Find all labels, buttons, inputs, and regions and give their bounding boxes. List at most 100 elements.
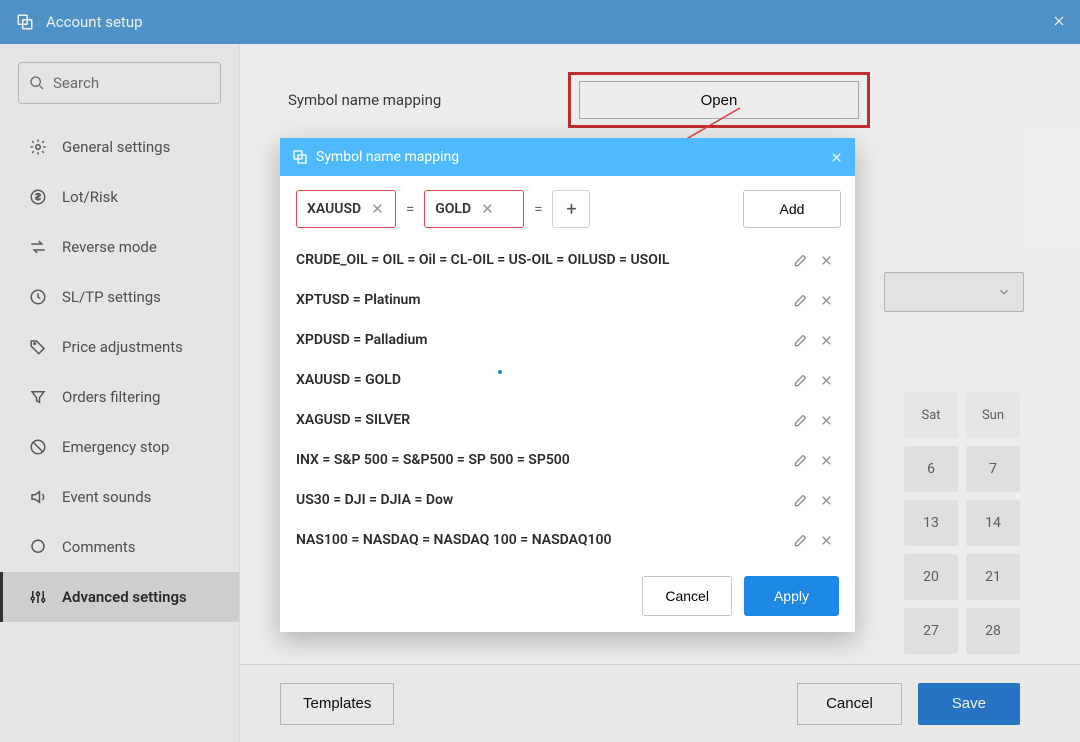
swap-icon <box>28 237 48 257</box>
sidebar-item-emergency-stop[interactable]: Emergency stop <box>0 422 239 472</box>
calendar-fragment: Sat Sun 6 7 13 14 20 21 27 28 <box>904 392 1020 662</box>
search-input[interactable]: Search <box>18 62 221 104</box>
window-title: Account setup <box>46 13 143 31</box>
footer-save-button[interactable]: Save <box>918 683 1020 725</box>
edit-icon[interactable] <box>787 247 813 273</box>
delete-icon[interactable] <box>813 287 839 313</box>
delete-icon[interactable] <box>813 247 839 273</box>
footer-cancel-button[interactable]: Cancel <box>797 683 902 725</box>
sidebar: Search General settings Lot/Risk Reverse… <box>0 44 240 742</box>
sidebar-item-label: Event sounds <box>62 488 151 506</box>
modal-close-icon[interactable] <box>825 146 847 168</box>
edit-icon[interactable] <box>787 447 813 473</box>
equals-sign: = <box>406 200 414 218</box>
sidebar-item-event-sounds[interactable]: Event sounds <box>0 472 239 522</box>
mapping-row: XAUUSD = GOLD <box>296 360 839 400</box>
sidebar-item-label: Comments <box>62 538 136 556</box>
close-icon[interactable] <box>1048 10 1070 32</box>
tag-icon <box>28 337 48 357</box>
symbol-tag-2[interactable]: GOLD ✕ <box>424 190 524 228</box>
filter-icon <box>28 387 48 407</box>
sidebar-item-sl-tp[interactable]: SL/TP settings <box>0 272 239 322</box>
edit-icon[interactable] <box>787 287 813 313</box>
delete-icon[interactable] <box>813 327 839 353</box>
calendar-day[interactable]: 21 <box>966 554 1020 600</box>
calendar-day[interactable]: 27 <box>904 608 958 654</box>
stop-icon <box>28 437 48 457</box>
calendar-day[interactable]: 14 <box>966 500 1020 546</box>
mapping-text: XAUUSD = GOLD <box>296 372 787 388</box>
mapping-text: CRUDE_OIL = OIL = Oil = CL-OIL = US-OIL … <box>296 252 787 268</box>
edit-icon[interactable] <box>787 407 813 433</box>
app-icon <box>14 11 36 33</box>
modal-footer: Cancel Apply <box>280 560 855 632</box>
delete-icon[interactable] <box>813 367 839 393</box>
sidebar-item-label: Lot/Risk <box>62 188 118 206</box>
mapping-text: US30 = DJI = DJIA = Dow <box>296 492 787 508</box>
delete-icon[interactable] <box>813 527 839 553</box>
sidebar-item-reverse-mode[interactable]: Reverse mode <box>0 222 239 272</box>
search-icon <box>29 75 45 91</box>
edit-icon[interactable] <box>787 367 813 393</box>
mapping-row: XAGUSD = SILVER <box>296 400 839 440</box>
mapping-row: INX = S&P 500 = S&P500 = SP 500 = SP500 <box>296 440 839 480</box>
calendar-header: Sat <box>904 392 958 438</box>
mapping-text: XPDUSD = Palladium <box>296 332 787 348</box>
sidebar-item-label: SL/TP settings <box>62 288 161 306</box>
tag-remove-icon[interactable]: ✕ <box>481 202 494 217</box>
tag-text: GOLD <box>435 201 471 217</box>
mapping-text: NAS100 = NASDAQ = NASDAQ 100 = NASDAQ100 <box>296 532 787 548</box>
symbol-tag-1[interactable]: XAUUSD ✕ <box>296 190 396 228</box>
templates-button[interactable]: Templates <box>280 683 394 725</box>
calendar-day[interactable]: 13 <box>904 500 958 546</box>
highlight-box: Open <box>568 72 870 128</box>
search-placeholder: Search <box>53 74 99 92</box>
calendar-day[interactable]: 7 <box>966 446 1020 492</box>
modal-title: Symbol name mapping <box>316 149 459 165</box>
sidebar-item-label: General settings <box>62 138 170 156</box>
sidebar-item-advanced-settings[interactable]: Advanced settings <box>0 572 239 622</box>
gear-icon <box>28 137 48 157</box>
calendar-header: Sun <box>966 392 1020 438</box>
sidebar-item-comments[interactable]: Comments <box>0 522 239 572</box>
mapping-text: XPTUSD = Platinum <box>296 292 787 308</box>
tag-text: XAUUSD <box>307 201 361 217</box>
sidebar-item-price-adjustments[interactable]: Price adjustments <box>0 322 239 372</box>
open-button[interactable]: Open <box>579 81 859 119</box>
equals-sign: = <box>534 200 542 218</box>
window-titlebar: Account setup <box>0 0 1080 44</box>
edit-icon[interactable] <box>787 327 813 353</box>
sidebar-item-label: Advanced settings <box>62 588 187 606</box>
modal-apply-button[interactable]: Apply <box>744 576 839 616</box>
clock-icon <box>28 287 48 307</box>
sidebar-item-label: Price adjustments <box>62 338 183 356</box>
mapping-list[interactable]: CRUDE_OIL = OIL = Oil = CL-OIL = US-OIL … <box>294 240 841 560</box>
chevron-down-icon <box>997 285 1011 299</box>
sidebar-item-orders-filtering[interactable]: Orders filtering <box>0 372 239 422</box>
dropdown-field[interactable] <box>884 272 1024 312</box>
edit-icon[interactable] <box>787 527 813 553</box>
mapping-text: XAGUSD = SILVER <box>296 412 787 428</box>
sidebar-item-general-settings[interactable]: General settings <box>0 122 239 172</box>
mapping-text: INX = S&P 500 = S&P500 = SP 500 = SP500 <box>296 452 787 468</box>
edit-icon[interactable] <box>787 487 813 513</box>
sidebar-item-lot-risk[interactable]: Lot/Risk <box>0 172 239 222</box>
mapping-row: CRUDE_OIL = OIL = Oil = CL-OIL = US-OIL … <box>296 240 839 280</box>
mapping-input-row: XAUUSD ✕ = GOLD ✕ = + Add <box>294 190 841 228</box>
speaker-icon <box>28 487 48 507</box>
modal-cancel-button[interactable]: Cancel <box>642 576 732 616</box>
tag-remove-icon[interactable]: ✕ <box>371 202 384 217</box>
calendar-day[interactable]: 6 <box>904 446 958 492</box>
mapping-row: XPTUSD = Platinum <box>296 280 839 320</box>
delete-icon[interactable] <box>813 407 839 433</box>
sidebar-item-label: Orders filtering <box>62 388 160 406</box>
add-symbol-button[interactable]: + <box>552 190 590 228</box>
calendar-day[interactable]: 20 <box>904 554 958 600</box>
calendar-day[interactable]: 28 <box>966 608 1020 654</box>
chat-icon <box>28 537 48 557</box>
mapping-row: NAS100 = NASDAQ = NASDAQ 100 = NASDAQ100 <box>296 520 839 560</box>
delete-icon[interactable] <box>813 447 839 473</box>
add-mapping-button[interactable]: Add <box>743 190 841 228</box>
delete-icon[interactable] <box>813 487 839 513</box>
dollar-circle-icon <box>28 187 48 207</box>
